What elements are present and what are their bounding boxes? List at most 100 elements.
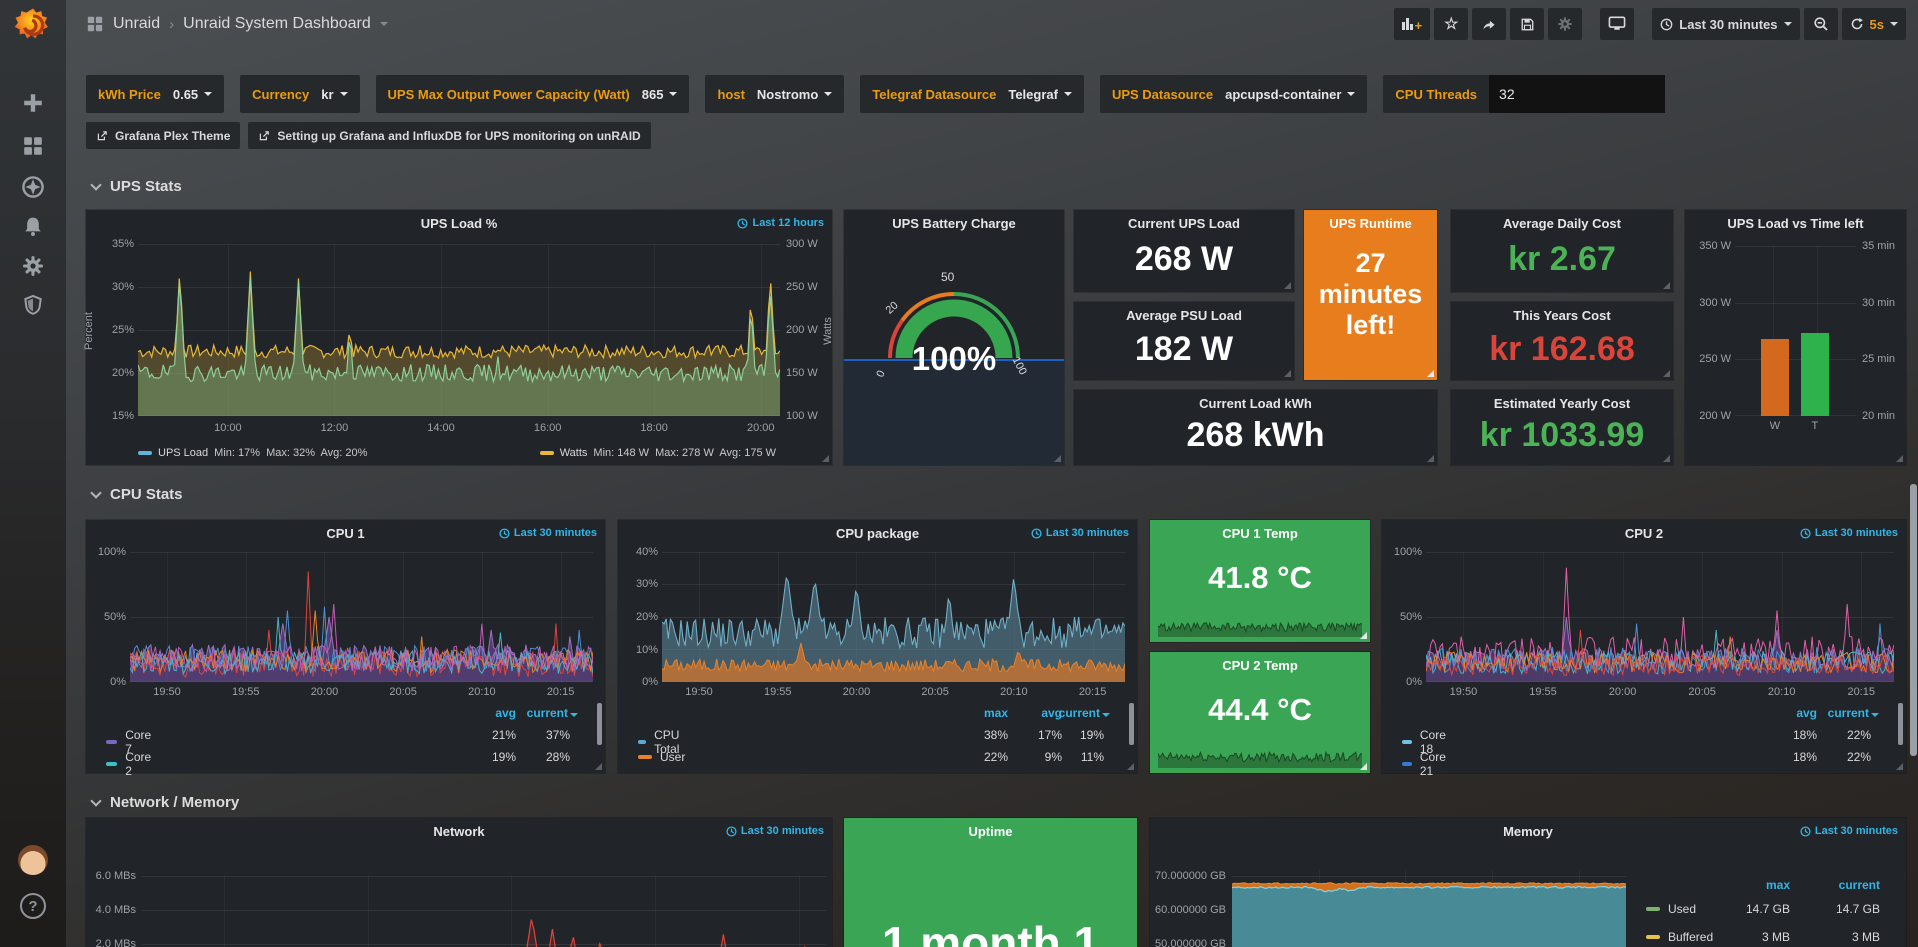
- legend-series-buffered[interactable]: Buffered: [1646, 930, 1713, 944]
- panel-title[interactable]: CPU 1 Temp: [1150, 526, 1370, 541]
- panel-title[interactable]: This Years Cost: [1451, 308, 1673, 323]
- panel-resize-handle[interactable]: [1663, 455, 1670, 462]
- link-grafana-influxdb-ups-guide[interactable]: Setting up Grafana and InfluxDB for UPS …: [248, 122, 650, 149]
- help-icon[interactable]: ?: [20, 893, 46, 919]
- legend-header-current[interactable]: current: [1811, 706, 1879, 720]
- legend-header-max[interactable]: max: [948, 706, 1008, 720]
- legend-header-avg[interactable]: avg: [1757, 706, 1817, 720]
- legend-scrollbar[interactable]: [1129, 703, 1134, 745]
- panel-time-range[interactable]: Last 30 minutes: [1800, 527, 1898, 539]
- legend-header-avg[interactable]: avg: [456, 706, 516, 720]
- variable-kwh-price[interactable]: kWh Price 0.65: [86, 75, 224, 113]
- cpu2-chart[interactable]: [1426, 552, 1894, 682]
- legend-series-core2[interactable]: Core 2: [106, 750, 154, 778]
- zoom-out-button[interactable]: [1804, 8, 1838, 40]
- link-grafana-plex-theme[interactable]: Grafana Plex Theme: [86, 122, 240, 149]
- panel-resize-handle[interactable]: [1360, 632, 1367, 639]
- panel-resize-handle[interactable]: [1663, 370, 1670, 377]
- settings-button[interactable]: [1548, 8, 1582, 40]
- panel-title[interactable]: Estimated Yearly Cost: [1451, 396, 1673, 411]
- ups-load-chart[interactable]: [138, 244, 780, 416]
- stat-value: 27 minutes left!: [1304, 248, 1437, 341]
- legend-scrollbar[interactable]: [1898, 703, 1903, 745]
- panel-resize-handle[interactable]: [1896, 455, 1903, 462]
- cpu-threads-input[interactable]: [1489, 75, 1665, 113]
- section-network-memory[interactable]: Network / Memory: [92, 794, 239, 811]
- dashboard-picker-caret-icon[interactable]: [380, 22, 388, 26]
- section-ups-stats[interactable]: UPS Stats: [92, 178, 182, 195]
- panel-resize-handle[interactable]: [1896, 763, 1903, 770]
- legend-scrollbar[interactable]: [597, 703, 602, 745]
- panel-title[interactable]: Uptime: [844, 824, 1137, 839]
- server-admin-shield-icon[interactable]: [22, 294, 44, 321]
- panel-resize-handle[interactable]: [1127, 763, 1134, 770]
- panel-resize-handle[interactable]: [595, 763, 602, 770]
- cpu-package-chart[interactable]: [662, 552, 1125, 682]
- panel-resize-handle[interactable]: [1284, 370, 1291, 377]
- legend-watts[interactable]: Watts Min: 148 W Max: 278 W Avg: 175 W: [540, 447, 776, 459]
- save-button[interactable]: [1510, 8, 1544, 40]
- configuration-gear-icon[interactable]: [22, 255, 44, 282]
- panel-title[interactable]: Network: [86, 824, 832, 839]
- breadcrumb-page[interactable]: Unraid System Dashboard: [183, 15, 371, 33]
- panel-resize-handle[interactable]: [1054, 455, 1061, 462]
- panel-title[interactable]: Average Daily Cost: [1451, 216, 1673, 231]
- memory-chart[interactable]: [1232, 870, 1626, 947]
- share-button[interactable]: [1472, 8, 1506, 40]
- panel-time-range[interactable]: Last 30 minutes: [1031, 527, 1129, 539]
- grafana-logo-icon[interactable]: [13, 6, 53, 46]
- page-scrollbar[interactable]: [1910, 484, 1917, 756]
- cpu1-chart[interactable]: [130, 552, 593, 682]
- dashboard-grid-icon[interactable]: [86, 15, 104, 33]
- time-range-picker[interactable]: Last 30 minutes: [1652, 8, 1799, 40]
- explore-compass-icon[interactable]: [21, 175, 45, 204]
- legend-header-current[interactable]: current: [1048, 706, 1110, 720]
- variable-currency[interactable]: Currency kr: [240, 75, 359, 113]
- panel-title[interactable]: CPU 2 Temp: [1150, 658, 1370, 673]
- panel-resize-handle[interactable]: [1360, 763, 1367, 770]
- panel-time-range[interactable]: Last 30 minutes: [499, 527, 597, 539]
- section-cpu-stats[interactable]: CPU Stats: [92, 486, 183, 503]
- panel-resize-handle[interactable]: [1663, 282, 1670, 289]
- panel-title[interactable]: Memory: [1150, 824, 1906, 839]
- add-panel-button[interactable]: +: [1394, 8, 1431, 40]
- panel-title[interactable]: Average PSU Load: [1074, 308, 1294, 323]
- legend-header-current[interactable]: current: [510, 706, 578, 720]
- legend-series-user[interactable]: User: [638, 750, 685, 764]
- panel-title[interactable]: UPS Battery Charge: [844, 216, 1064, 231]
- panel-resize-handle[interactable]: [822, 455, 829, 462]
- panel-resize-handle[interactable]: [1427, 455, 1434, 462]
- panel-title[interactable]: Current Load kWh: [1074, 396, 1437, 411]
- star-button[interactable]: ☆: [1434, 8, 1468, 40]
- bar-watts[interactable]: [1761, 339, 1789, 416]
- variable-ups-max-power[interactable]: UPS Max Output Power Capacity (Watt) 865: [376, 75, 690, 113]
- panel-resize-handle[interactable]: [1427, 370, 1434, 377]
- legend-ups-load[interactable]: UPS Load Min: 17% Max: 32% Avg: 20%: [138, 447, 367, 459]
- variable-telegraf-datasource[interactable]: Telegraf Datasource Telegraf: [860, 75, 1084, 113]
- load-vs-time-chart[interactable]: [1735, 246, 1856, 416]
- panel-time-range[interactable]: Last 30 minutes: [726, 825, 824, 837]
- bar-time-left[interactable]: [1801, 333, 1829, 416]
- variable-host[interactable]: host Nostromo: [705, 75, 844, 113]
- panel-title[interactable]: UPS Load vs Time left: [1685, 216, 1906, 231]
- breadcrumb-app[interactable]: Unraid: [113, 15, 160, 33]
- panel-title[interactable]: UPS Load %: [86, 216, 832, 231]
- variable-ups-datasource[interactable]: UPS Datasource apcupsd-container: [1100, 75, 1367, 113]
- legend-series-core21[interactable]: Core 21: [1402, 750, 1450, 778]
- panel-resize-handle[interactable]: [1284, 282, 1291, 289]
- cpu1-temp-sparkline: [1158, 615, 1362, 637]
- alerting-bell-icon[interactable]: [22, 216, 44, 243]
- dashboards-icon[interactable]: [22, 135, 44, 162]
- network-chart[interactable]: [142, 876, 826, 947]
- legend-header-max[interactable]: max: [1710, 878, 1790, 892]
- panel-time-range[interactable]: Last 30 minutes: [1800, 825, 1898, 837]
- panel-time-range[interactable]: Last 12 hours: [737, 217, 824, 229]
- refresh-button[interactable]: 5s: [1842, 8, 1906, 40]
- create-plus-icon[interactable]: [22, 92, 44, 119]
- legend-header-current[interactable]: current: [1800, 878, 1880, 892]
- panel-title[interactable]: Current UPS Load: [1074, 216, 1294, 231]
- user-avatar[interactable]: [18, 845, 48, 875]
- panel-title[interactable]: UPS Runtime: [1304, 216, 1437, 231]
- cycle-view-button[interactable]: [1600, 8, 1634, 40]
- legend-series-used[interactable]: Used: [1646, 902, 1696, 916]
